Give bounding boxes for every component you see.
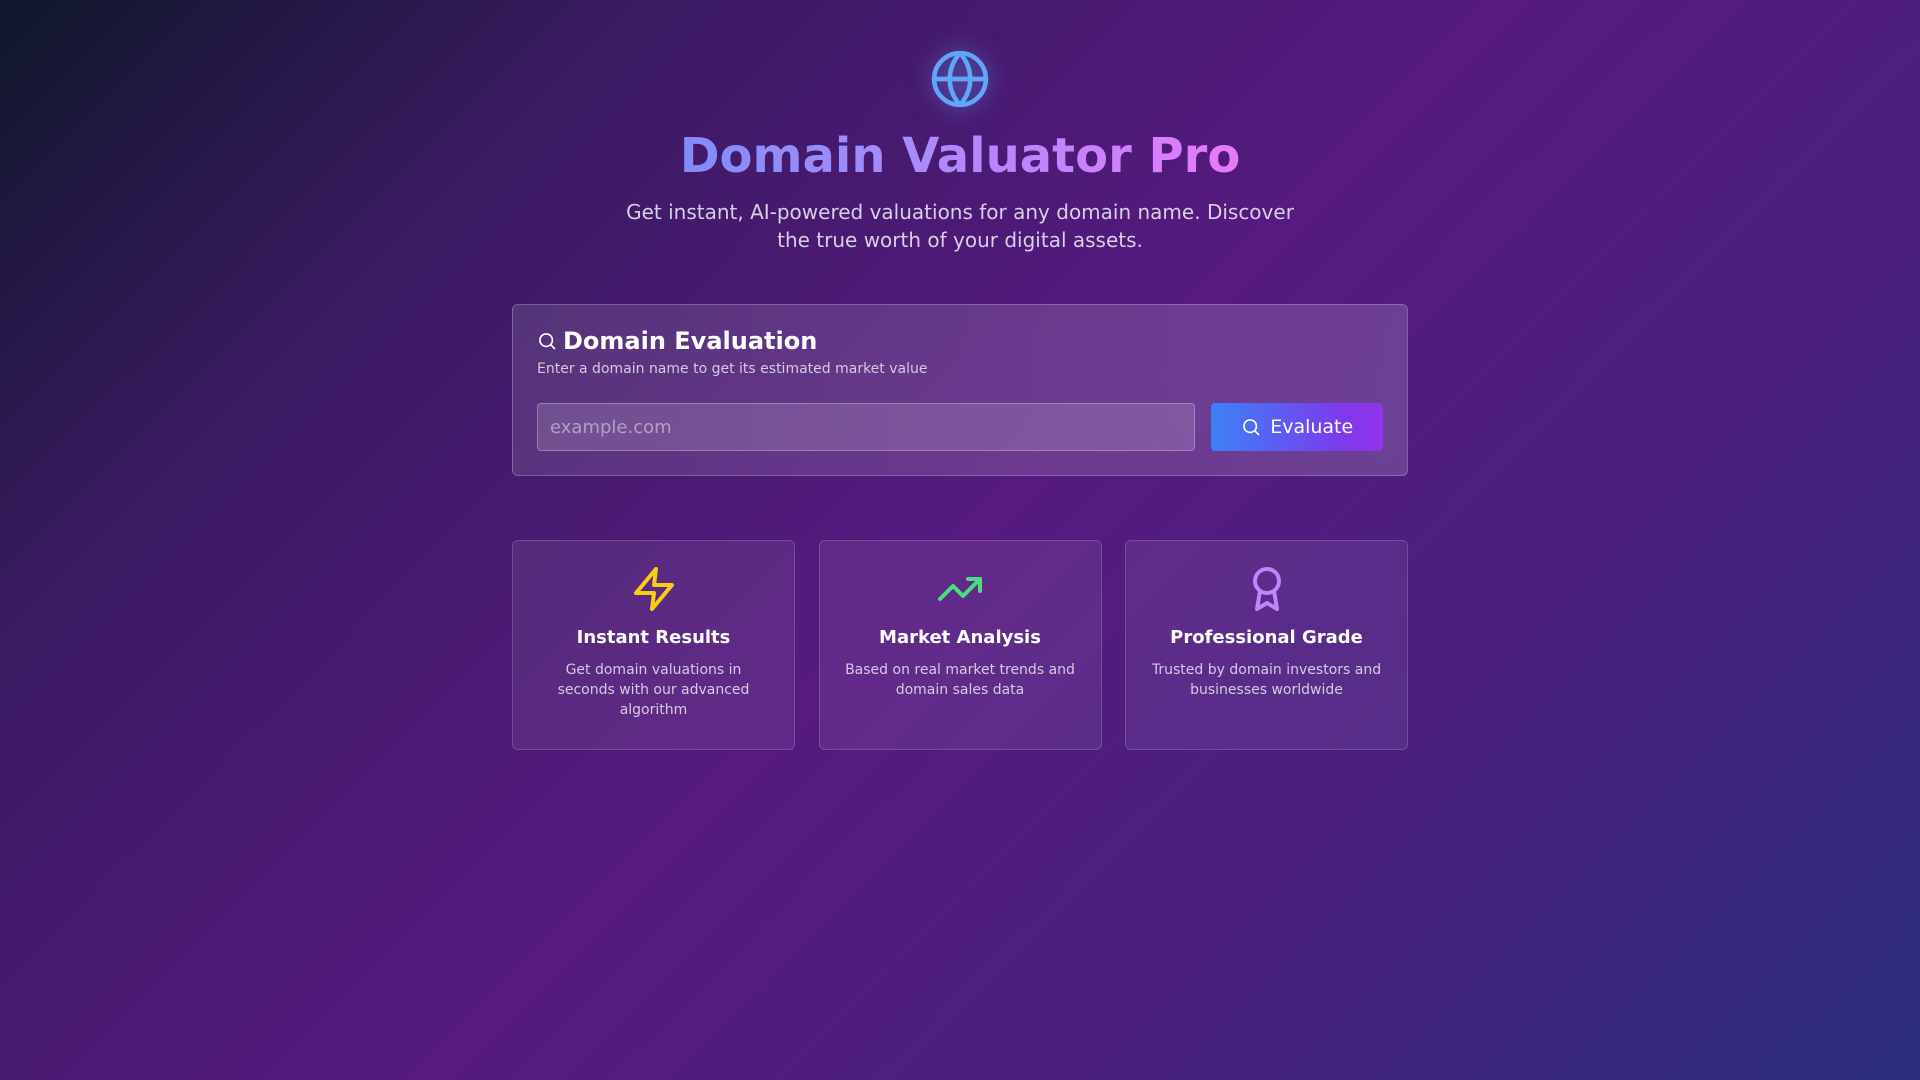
page-subtitle: Get instant, AI-powered valuations for a… — [626, 200, 1294, 252]
feature-title: Market Analysis — [879, 627, 1041, 648]
search-icon — [1243, 419, 1260, 436]
domain-evaluation-card: Domain Evaluation Enter a domain name to… — [512, 304, 1408, 476]
feature-card-market-analysis: Market Analysis Based on real market tre… — [818, 540, 1102, 750]
evaluate-button[interactable]: Evaluate — [1211, 403, 1383, 451]
evaluation-form: Evaluate — [537, 403, 1383, 451]
feature-description: Get domain valuations in seconds with ou… — [557, 662, 750, 718]
evaluation-header: Domain Evaluation — [537, 327, 1383, 355]
feature-title: Instant Results — [576, 627, 731, 648]
features-section: Instant Results Get domain valuations in… — [512, 540, 1408, 750]
feature-description: Based on real market trends and domain s… — [845, 662, 1075, 698]
evaluation-description: Enter a domain name to get its estimated… — [537, 361, 928, 377]
feature-card-instant-results: Instant Results Get domain valuations in… — [512, 540, 795, 750]
domain-input[interactable] — [537, 403, 1196, 451]
feature-card-professional-grade: Professional Grade Trusted by domain inv… — [1125, 540, 1408, 750]
page-title: Domain Valuator Pro — [680, 124, 1241, 188]
feature-description: Trusted by domain investors and business… — [1151, 662, 1382, 698]
award-icon — [1252, 567, 1281, 611]
evaluate-button-label: Evaluate — [1270, 416, 1354, 438]
trending-up-icon — [938, 577, 982, 601]
evaluation-title: Domain Evaluation — [563, 327, 818, 355]
lightning-icon — [633, 567, 674, 611]
hero-section: Domain Valuator Pro Get instant, AI-powe… — [0, 48, 1920, 254]
feature-title: Professional Grade — [1170, 627, 1363, 648]
search-icon — [539, 333, 556, 350]
globe-icon — [931, 50, 989, 108]
